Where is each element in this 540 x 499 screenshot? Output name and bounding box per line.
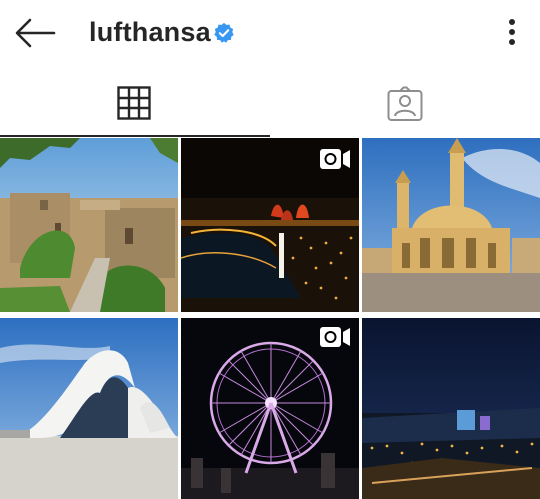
post-thumbnail: [0, 318, 178, 499]
post-thumbnail: [0, 138, 178, 312]
grid-icon: [117, 86, 151, 120]
more-options-icon[interactable]: [500, 14, 524, 50]
post-tile-mosque[interactable]: [362, 138, 540, 312]
active-tab-indicator: [0, 135, 270, 137]
profile-header: lufthansa: [0, 0, 540, 66]
tab-tagged[interactable]: [270, 66, 540, 138]
profile-username: lufthansa: [89, 17, 211, 47]
profile-tabs: [0, 66, 540, 138]
back-arrow-icon[interactable]: [14, 16, 56, 50]
post-thumbnail: [362, 138, 540, 312]
post-tile-modern-building[interactable]: [0, 318, 178, 499]
verified-badge-icon: [214, 22, 234, 43]
post-tile-old-city[interactable]: [0, 138, 178, 312]
post-tile-ferris-wheel[interactable]: [181, 318, 359, 499]
video-post-icon: [320, 149, 350, 169]
post-thumbnail: [362, 318, 540, 499]
tagged-user-icon: [387, 86, 423, 121]
tab-grid[interactable]: [0, 66, 270, 138]
posts-grid: [0, 138, 540, 499]
post-tile-night-city[interactable]: [181, 138, 359, 312]
video-post-icon: [320, 327, 350, 347]
post-tile-night-skyline[interactable]: [362, 318, 540, 499]
